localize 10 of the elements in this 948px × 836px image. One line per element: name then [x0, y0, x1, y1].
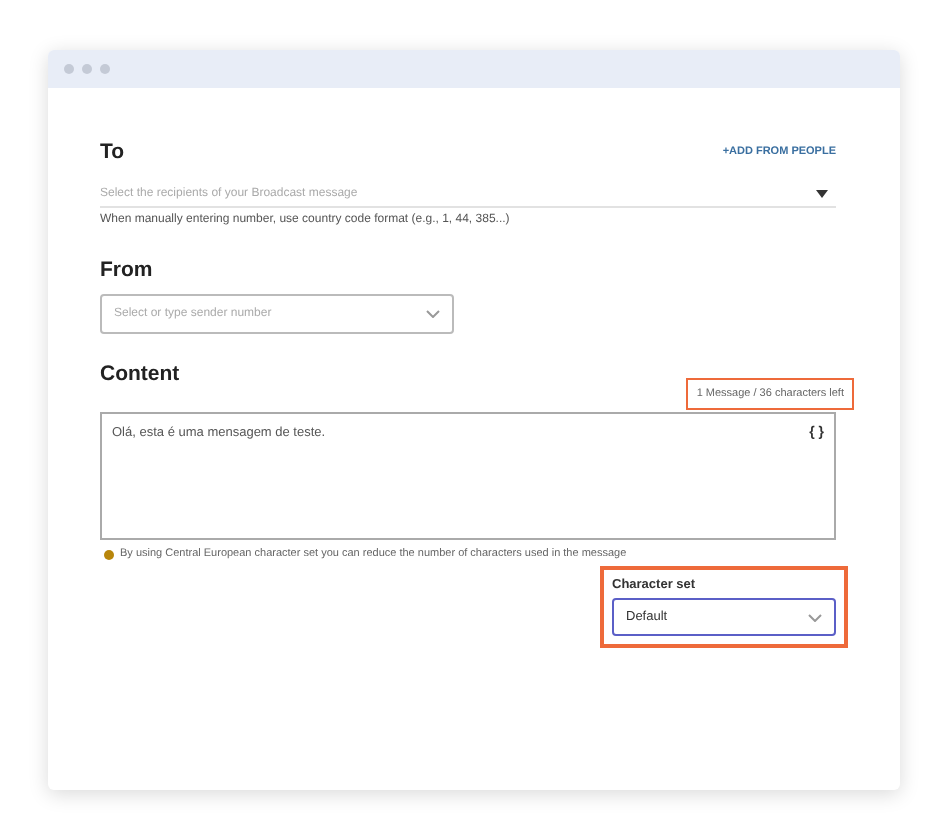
section-heading: From [100, 258, 155, 282]
section-heading: To [100, 140, 125, 164]
window-dot-icon [82, 64, 92, 74]
window-dot-icon [64, 64, 74, 74]
chevron-icon [808, 613, 822, 621]
window-dot-icon [100, 64, 110, 74]
info-icon [104, 549, 114, 559]
section-heading: Content [100, 362, 182, 386]
chevron-icon [426, 310, 440, 318]
caret-icon [816, 190, 828, 198]
